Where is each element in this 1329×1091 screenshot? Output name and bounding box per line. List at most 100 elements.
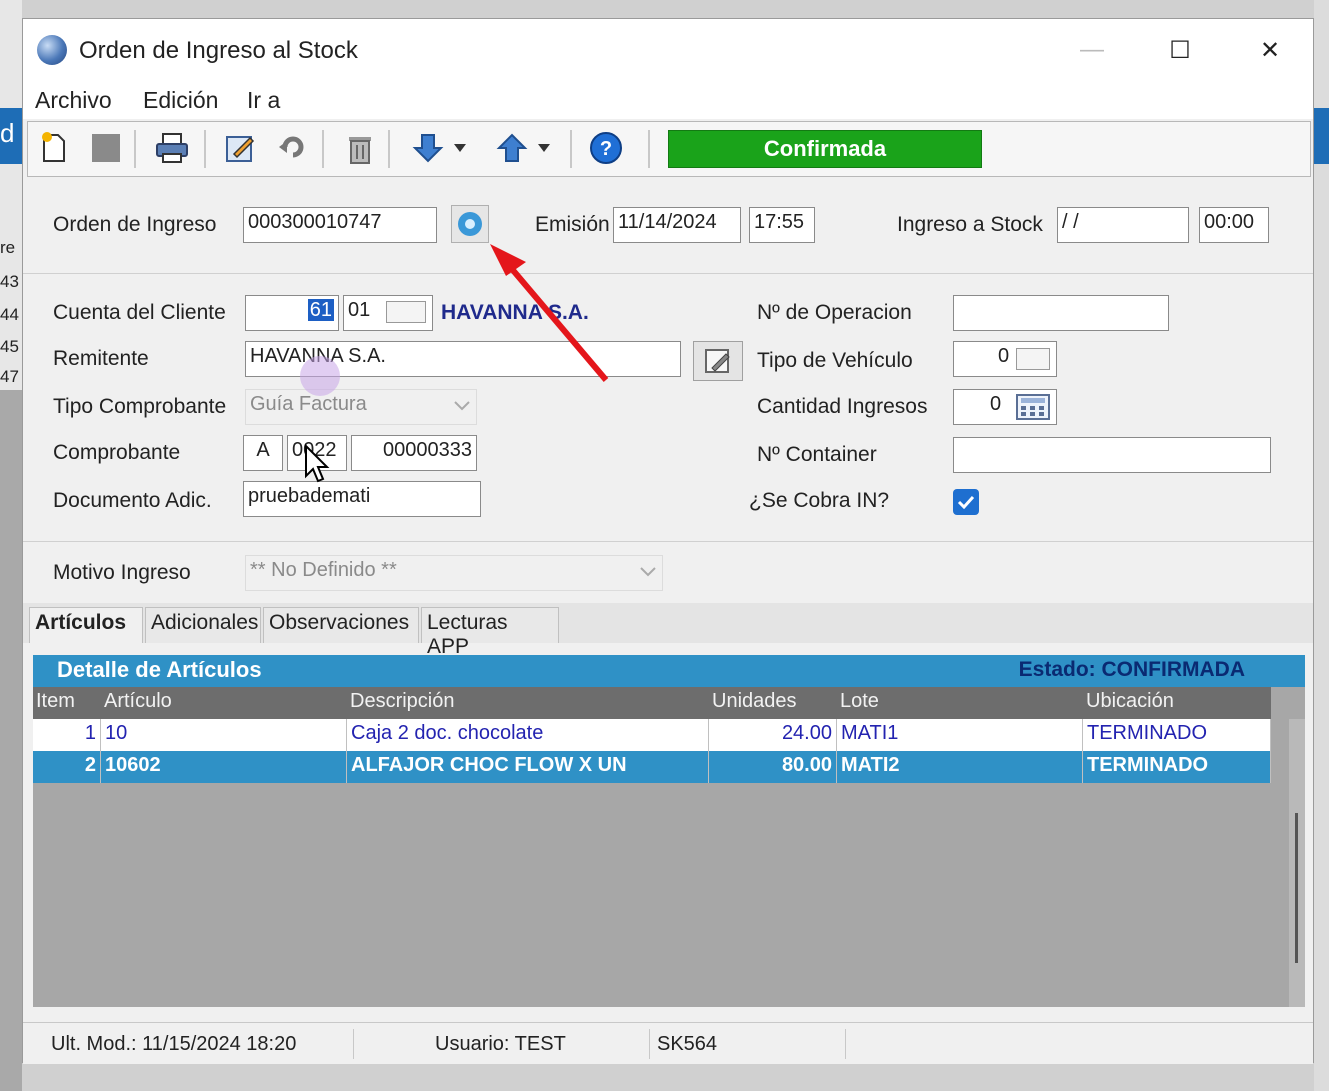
emision-time-field[interactable]: 17:55 [749,207,815,243]
lookup-card-icon[interactable] [386,301,426,323]
cell-lote: MATI1 [837,719,1083,751]
cell-articulo: 10602 [101,751,347,783]
tab-articulos[interactable]: Artículos [29,607,143,643]
divider [23,273,1313,274]
search-orden-button[interactable] [451,205,489,243]
up-arrow-icon[interactable] [494,130,530,166]
grid-header: Detalle de Artículos Estado: CONFIRMADA [33,655,1305,687]
documento-adic-field[interactable]: pruebademati [243,481,481,517]
tipo-comprobante-value: Guía Factura [250,393,367,415]
tab-observaciones[interactable]: Observaciones [263,607,419,643]
comprobante-pv-field[interactable]: 0022 [287,435,347,471]
tipo-vehiculo-field[interactable]: 0 [953,341,1057,377]
edit-icon[interactable] [222,130,258,166]
column-header-articulo[interactable]: Artículo [101,687,347,719]
comprobante-letra-field[interactable]: A [243,435,283,471]
up-arrow-dropdown-icon[interactable] [534,130,554,166]
remitente-field[interactable]: HAVANNA S.A. [245,341,681,377]
cuenta-cliente-code-field[interactable]: 61 [245,295,339,331]
tab-bar: Artículos Adicionales Observaciones Lect… [23,603,1313,658]
chevron-down-icon [640,567,656,577]
column-header-unidades[interactable]: Unidades [709,687,837,719]
column-header-descripcion[interactable]: Descripción [347,687,709,719]
menu-bar: Archivo Edición Ir a [23,83,1313,119]
background-text: 45 [0,337,19,356]
cantidad-ingresos-label: Cantidad Ingresos [757,395,928,418]
cliente-name: HAVANNA S.A. [441,301,589,324]
cell-unidades: 24.00 [709,719,837,751]
toolbar-separator [570,130,572,168]
grid-title: Detalle de Artículos [57,657,262,682]
orden-ingreso-window: Orden de Ingreso al Stock — ☐ ✕ Archivo … [22,18,1314,1064]
background-app-gray [0,390,22,1091]
grid-estado: Estado: CONFIRMADA [1018,658,1245,681]
background-text: 43 [0,272,19,291]
nro-operacion-field[interactable] [953,295,1169,331]
down-arrow-icon[interactable] [410,130,446,166]
status-separator [845,1029,846,1059]
column-header-item[interactable]: Item [33,687,101,719]
print-icon[interactable] [154,130,190,166]
toolbar: ? Confirmada [27,121,1311,177]
chevron-down-icon [454,401,470,411]
status-badge: Confirmada [668,130,982,168]
close-button[interactable]: ✕ [1247,29,1293,71]
calculator-icon[interactable] [1016,394,1050,420]
cantidad-ingresos-value: 0 [990,393,1002,415]
cuenta-cliente-sub-field[interactable]: 01 [343,295,433,331]
tipo-comprobante-label: Tipo Comprobante [53,395,227,418]
toolbar-separator [204,130,206,168]
nro-container-field[interactable] [953,437,1271,473]
cell-descripcion: Caja 2 doc. chocolate [347,719,709,751]
window-title: Orden de Ingreso al Stock [79,37,358,64]
maximize-button[interactable]: ☐ [1157,29,1203,71]
remitente-label: Remitente [53,347,149,370]
save-icon[interactable] [88,130,124,166]
emision-date-field[interactable]: 11/14/2024 [613,207,741,243]
cell-ubicacion: TERMINADO [1083,719,1271,751]
grid-scrollbar-thumb[interactable] [1295,813,1298,963]
new-document-icon[interactable] [36,130,72,166]
motivo-ingreso-value: ** No Definido ** [250,559,397,581]
tab-lecturas-app[interactable]: Lecturas APP [421,607,559,658]
search-icon [458,212,482,236]
undo-icon[interactable] [274,130,310,166]
minimize-button[interactable]: — [1069,29,1115,71]
edit-pencil-icon [705,349,730,373]
down-arrow-dropdown-icon[interactable] [450,130,470,166]
cell-ubicacion: TERMINADO [1083,751,1271,783]
menu-edicion[interactable]: Edición [143,87,218,114]
se-cobra-in-checkbox[interactable] [953,489,979,515]
column-header-lote[interactable]: Lote [837,687,1083,719]
cell-item: 2 [33,751,101,783]
comprobante-numero-field[interactable]: 00000333 [351,435,477,471]
documento-adic-label: Documento Adic. [53,489,212,512]
column-header-ubicacion[interactable]: Ubicación [1083,687,1271,719]
cuenta-cliente-label: Cuenta del Cliente [53,301,226,324]
delete-icon[interactable] [342,130,378,166]
cell-descripcion: ALFAJOR CHOC FLOW X UN [347,751,709,783]
se-cobra-in-label: ¿Se Cobra IN? [749,489,890,512]
ingreso-stock-time-field[interactable]: 00:00 [1199,207,1269,243]
background-text: 47 [0,367,19,386]
toolbar-separator [134,130,136,168]
background-app-header-right [1314,108,1329,164]
cantidad-ingresos-field[interactable]: 0 [953,389,1057,425]
edit-remitente-button[interactable] [693,341,743,381]
lookup-card-icon[interactable] [1016,348,1050,370]
app-globe-icon [37,35,67,65]
tipo-comprobante-select[interactable]: Guía Factura [245,389,477,425]
menu-ir-a[interactable]: Ir a [247,87,280,114]
status-separator [353,1029,354,1059]
orden-ingreso-field[interactable]: 000300010747 [243,207,437,243]
background-text: d [0,118,15,148]
articulos-grid: Detalle de Artículos Estado: CONFIRMADA … [33,655,1305,1007]
ingreso-stock-date-field[interactable]: / / [1057,207,1189,243]
svg-text:?: ? [600,138,612,160]
motivo-ingreso-select[interactable]: ** No Definido ** [245,555,663,591]
menu-archivo[interactable]: Archivo [35,87,112,114]
tab-adicionales[interactable]: Adicionales [145,607,261,643]
title-bar: Orden de Ingreso al Stock — ☐ ✕ [23,19,1313,83]
help-icon[interactable]: ? [588,130,624,166]
background-text: re [0,238,16,257]
